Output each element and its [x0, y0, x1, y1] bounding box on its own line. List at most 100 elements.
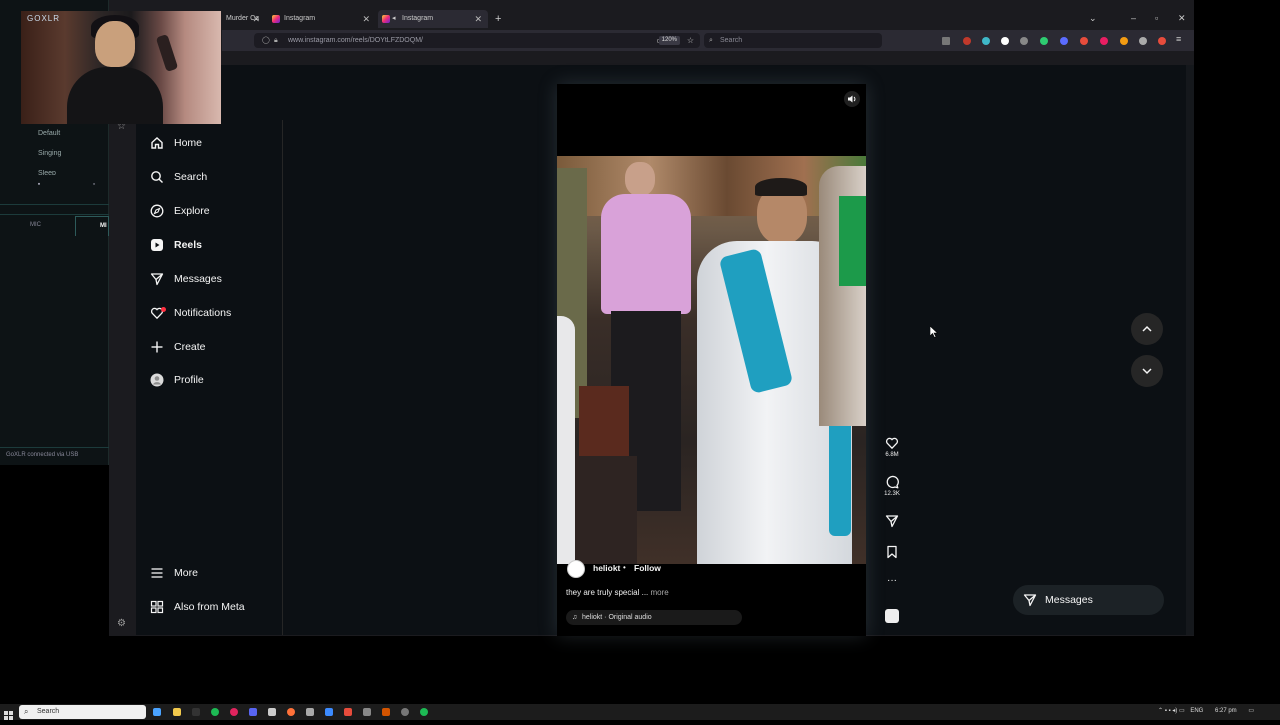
- next-reel-button[interactable]: [1131, 355, 1163, 387]
- extension-icon[interactable]: [1001, 37, 1009, 45]
- preset-default[interactable]: Default: [38, 130, 60, 137]
- sidebar-item-messages[interactable]: Messages: [150, 269, 222, 289]
- taskbar-app-icon[interactable]: [153, 708, 161, 716]
- send-icon[interactable]: [885, 514, 899, 528]
- taskbar-app-icon[interactable]: [268, 708, 276, 716]
- save-action[interactable]: [882, 545, 902, 559]
- extension-icon[interactable]: [982, 37, 990, 45]
- search-bar[interactable]: ⌕ Search: [704, 33, 882, 48]
- caption-more-link[interactable]: more: [651, 588, 669, 597]
- like-action[interactable]: 6.8M: [882, 436, 902, 458]
- taskbar-app-icon[interactable]: [325, 708, 333, 716]
- extension-icon[interactable]: [1100, 37, 1108, 45]
- sidebar-item-more[interactable]: More: [150, 563, 198, 583]
- audio-thumbnail[interactable]: [885, 609, 899, 623]
- author-avatar[interactable]: [567, 560, 585, 578]
- taskbar-app-icon[interactable]: [249, 708, 257, 716]
- taskbar-search-placeholder: Search: [37, 708, 60, 715]
- preset-sleep[interactable]: Sleep: [38, 170, 56, 175]
- library-icon[interactable]: [942, 37, 950, 45]
- zoom-level[interactable]: 120%: [658, 36, 680, 45]
- comment-icon[interactable]: [885, 475, 899, 489]
- system-tray[interactable]: ⌃ ▪ ▪ ◂) ▭ ENG 6:27 pm ▭: [1158, 707, 1254, 714]
- sidebar-item-reels[interactable]: Reels: [150, 235, 202, 255]
- language-indicator[interactable]: ENG: [1190, 708, 1203, 714]
- tab-instagram[interactable]: Instagram ✕: [268, 10, 376, 28]
- sidebar-item-profile[interactable]: Profile: [150, 370, 204, 390]
- file-icon[interactable]: ▫: [87, 180, 101, 190]
- extension-icon[interactable]: [1080, 37, 1088, 45]
- bookmark-star-icon[interactable]: ☆: [687, 33, 694, 48]
- extension-icon[interactable]: [1120, 37, 1128, 45]
- sidebar-item-also-from-meta[interactable]: Also from Meta: [150, 597, 245, 617]
- tab-mic[interactable]: MIC: [30, 222, 41, 228]
- comment-action[interactable]: 12.3K: [882, 475, 902, 497]
- taskbar-search[interactable]: ⌕ Search: [19, 705, 146, 719]
- taskbar-app-icon[interactable]: [192, 708, 200, 716]
- windows-start-icon[interactable]: [4, 707, 13, 720]
- speaker-icon[interactable]: ◂: [392, 10, 396, 28]
- previous-reel-button[interactable]: [1131, 313, 1163, 345]
- notification-center-icon[interactable]: ▭: [1248, 708, 1254, 714]
- menu-icon[interactable]: ≡: [1176, 34, 1181, 44]
- audio-label: heliokt · Original audio: [582, 614, 652, 621]
- gear-icon[interactable]: ⚙: [117, 618, 126, 629]
- tab-title: Instagram: [284, 15, 316, 22]
- messages-button[interactable]: Messages: [1013, 585, 1164, 615]
- close-window-icon[interactable]: ✕: [1178, 13, 1186, 24]
- taskbar-app-icon[interactable]: [230, 708, 238, 716]
- url-bar[interactable]: ◯ 🔒︎ www.instagram.com/reels/DOYtLFZDOQM…: [254, 33, 700, 48]
- audio-link[interactable]: ♫ heliokt · Original audio: [566, 610, 742, 625]
- extension-icon[interactable]: [1040, 37, 1048, 45]
- save-icon[interactable]: ▪: [32, 180, 46, 190]
- close-icon[interactable]: ✕: [362, 10, 370, 28]
- taskbar-app-icon[interactable]: [420, 708, 428, 716]
- url-text[interactable]: www.instagram.com/reels/DOYtLFZDOQM/: [288, 37, 423, 44]
- spotify-icon[interactable]: [211, 708, 219, 716]
- shield-icon[interactable]: ◯: [262, 33, 270, 48]
- tab-instagram-active[interactable]: ◂ Instagram ✕: [378, 10, 488, 28]
- send-icon: [1023, 593, 1037, 607]
- author-username[interactable]: heliokt: [593, 563, 620, 573]
- puzzle-icon[interactable]: [1139, 37, 1147, 45]
- tab-list-icon[interactable]: ⌄: [1089, 13, 1097, 24]
- heart-icon[interactable]: [885, 436, 899, 450]
- sidebar-item-home[interactable]: Home: [150, 133, 202, 153]
- close-icon[interactable]: ✕: [252, 10, 260, 28]
- sidebar-item-label: Profile: [174, 374, 204, 386]
- folder-icon[interactable]: [173, 708, 181, 716]
- more-options-icon[interactable]: ···: [882, 576, 902, 586]
- taskbar-app-icon[interactable]: [363, 708, 371, 716]
- volume-icon[interactable]: [844, 91, 860, 107]
- sidebar-item-notifications[interactable]: Notifications: [150, 303, 231, 323]
- maximize-icon[interactable]: ▫: [1155, 13, 1158, 23]
- lock-icon[interactable]: 🔒︎: [274, 33, 278, 48]
- sidebar-item-explore[interactable]: Explore: [150, 201, 210, 221]
- taskbar-app-icon[interactable]: [382, 708, 390, 716]
- taskbar-app-icon[interactable]: [306, 708, 314, 716]
- firefox-icon[interactable]: [287, 708, 295, 716]
- preset-singing[interactable]: Singing: [38, 150, 61, 157]
- sidebar-item-search[interactable]: Search: [150, 167, 207, 187]
- main-person-hair: [755, 178, 807, 196]
- share-action[interactable]: [882, 514, 902, 528]
- taskbar-app-icon[interactable]: [344, 708, 352, 716]
- extension-icon[interactable]: [1020, 37, 1028, 45]
- minimize-icon[interactable]: –: [1131, 13, 1136, 23]
- sidebar-item-create[interactable]: Create: [150, 337, 206, 357]
- reel-video[interactable]: [557, 156, 866, 564]
- extension-icon[interactable]: [1060, 37, 1068, 45]
- taskbar-app-icon[interactable]: [401, 708, 409, 716]
- close-icon[interactable]: ✕: [474, 10, 482, 28]
- bookmark-icon[interactable]: [885, 545, 899, 559]
- tab-mi[interactable]: MI: [75, 216, 109, 236]
- scrollbar[interactable]: [1186, 65, 1194, 635]
- sidebar-item-label: Reels: [174, 239, 203, 251]
- extension-icon[interactable]: [963, 37, 971, 45]
- clock[interactable]: 6:27 pm: [1215, 708, 1237, 714]
- follow-button[interactable]: Follow: [634, 563, 661, 573]
- extension-icon[interactable]: [1158, 37, 1166, 45]
- tray-icons[interactable]: ⌃ ▪ ▪ ◂) ▭: [1158, 708, 1185, 714]
- new-tab-button[interactable]: +: [495, 13, 501, 25]
- reel-card[interactable]: [557, 84, 866, 636]
